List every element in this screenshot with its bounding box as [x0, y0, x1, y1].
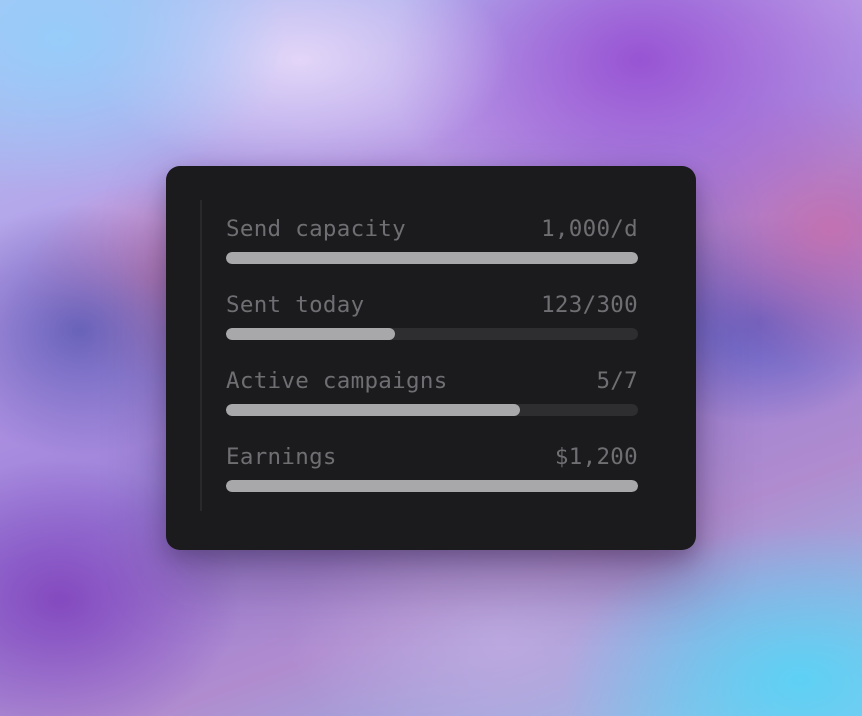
metric-label: Send capacity	[226, 216, 406, 242]
metric-value: 123/300	[541, 292, 638, 318]
metric-label: Earnings	[226, 444, 337, 470]
card-divider	[200, 200, 202, 511]
metric-label: Sent today	[226, 292, 365, 318]
metric-value: 5/7	[596, 368, 638, 394]
metric-send-capacity: Send capacity 1,000/d	[226, 214, 638, 274]
progress-bar	[226, 252, 638, 264]
stats-card: Send capacity 1,000/d Sent today 123/300…	[166, 166, 696, 550]
metric-active-campaigns: Active campaigns 5/7	[226, 366, 638, 426]
progress-fill	[226, 480, 638, 492]
progress-fill	[226, 252, 638, 264]
progress-fill	[226, 328, 395, 340]
metric-value: $1,200	[554, 444, 638, 470]
metric-value: 1,000/d	[541, 216, 638, 242]
progress-bar	[226, 480, 638, 492]
metric-earnings: Earnings $1,200	[226, 442, 638, 502]
metric-label: Active campaigns	[226, 368, 448, 394]
progress-bar	[226, 328, 638, 340]
progress-bar	[226, 404, 638, 416]
metric-sent-today: Sent today 123/300	[226, 290, 638, 350]
progress-fill	[226, 404, 521, 416]
